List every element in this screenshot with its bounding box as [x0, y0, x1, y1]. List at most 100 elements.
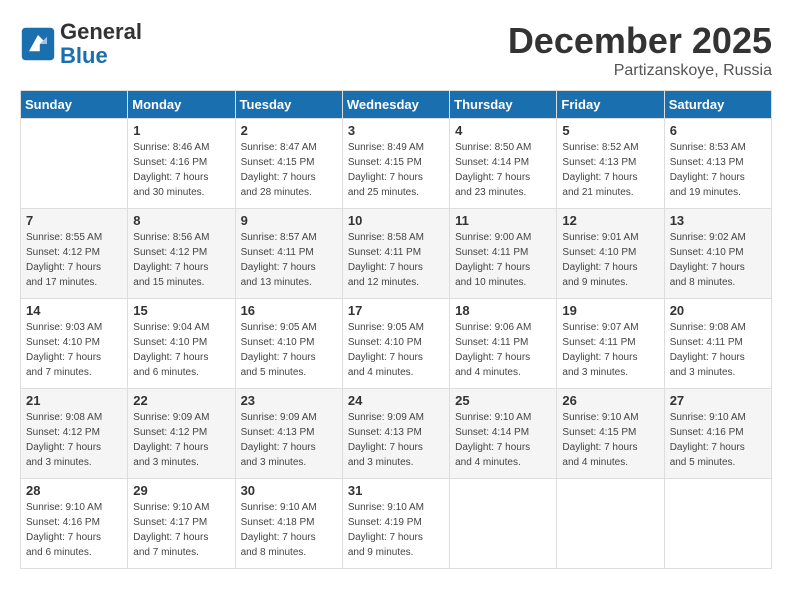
- day-info: Sunrise: 8:50 AMSunset: 4:14 PMDaylight:…: [455, 140, 551, 200]
- logo-line2: Blue: [60, 44, 142, 68]
- day-info: Sunrise: 9:06 AMSunset: 4:11 PMDaylight:…: [455, 320, 551, 380]
- day-of-week-header: Thursday: [450, 91, 557, 119]
- calendar-cell: 22 Sunrise: 9:09 AMSunset: 4:12 PMDayligh…: [128, 389, 235, 479]
- day-number: 29: [133, 483, 229, 498]
- day-info: Sunrise: 9:10 AMSunset: 4:17 PMDaylight:…: [133, 500, 229, 560]
- day-of-week-header: Wednesday: [342, 91, 449, 119]
- day-number: 16: [241, 303, 337, 318]
- day-info: Sunrise: 9:10 AMSunset: 4:19 PMDaylight:…: [348, 500, 444, 560]
- calendar-table: SundayMondayTuesdayWednesdayThursdayFrid…: [20, 90, 772, 569]
- calendar-cell: 21Sunrise: 9:08 AMSunset: 4:12 PMDayligh…: [21, 389, 128, 479]
- day-info: Sunrise: 9:05 AMSunset: 4:10 PMDaylight:…: [241, 320, 337, 380]
- day-number: 5: [562, 123, 658, 138]
- day-number: 24: [348, 393, 444, 408]
- calendar-week-row: 21Sunrise: 9:08 AMSunset: 4:12 PMDayligh…: [21, 389, 772, 479]
- day-info: Sunrise: 9:02 AMSunset: 4:10 PMDaylight:…: [670, 230, 766, 290]
- day-info: Sunrise: 9:10 AMSunset: 4:15 PMDaylight:…: [562, 410, 658, 470]
- day-number: 14: [26, 303, 122, 318]
- calendar-cell: 25Sunrise: 9:10 AMSunset: 4:14 PMDayligh…: [450, 389, 557, 479]
- day-number: 19: [562, 303, 658, 318]
- calendar-cell: [664, 479, 771, 569]
- day-info: Sunrise: 8:49 AMSunset: 4:15 PMDaylight:…: [348, 140, 444, 200]
- calendar-cell: 9 Sunrise: 8:57 AMSunset: 4:11 PMDaylight…: [235, 209, 342, 299]
- calendar-cell: 10 Sunrise: 8:58 AMSunset: 4:11 PMDayligh…: [342, 209, 449, 299]
- calendar-cell: [450, 479, 557, 569]
- logo-line1: General: [60, 20, 142, 44]
- calendar-cell: 3 Sunrise: 8:49 AMSunset: 4:15 PMDaylight…: [342, 119, 449, 209]
- month-title: December 2025: [508, 20, 772, 62]
- day-number: 8: [133, 213, 229, 228]
- day-number: 27: [670, 393, 766, 408]
- day-info: Sunrise: 9:08 AMSunset: 4:12 PMDaylight:…: [26, 410, 122, 470]
- day-info: Sunrise: 8:57 AMSunset: 4:11 PMDaylight:…: [241, 230, 337, 290]
- day-number: 2: [241, 123, 337, 138]
- day-info: Sunrise: 9:10 AMSunset: 4:18 PMDaylight:…: [241, 500, 337, 560]
- day-info: Sunrise: 9:09 AMSunset: 4:13 PMDaylight:…: [348, 410, 444, 470]
- calendar-week-row: 1 Sunrise: 8:46 AMSunset: 4:16 PMDaylight…: [21, 119, 772, 209]
- day-info: Sunrise: 8:46 AMSunset: 4:16 PMDaylight:…: [133, 140, 229, 200]
- day-of-week-header: Tuesday: [235, 91, 342, 119]
- day-number: 11: [455, 213, 551, 228]
- calendar-cell: 1 Sunrise: 8:46 AMSunset: 4:16 PMDaylight…: [128, 119, 235, 209]
- calendar-cell: 15 Sunrise: 9:04 AMSunset: 4:10 PMDayligh…: [128, 299, 235, 389]
- page-header: General Blue December 2025 Partizanskoye…: [20, 20, 772, 80]
- day-info: Sunrise: 9:08 AMSunset: 4:11 PMDaylight:…: [670, 320, 766, 380]
- day-number: 31: [348, 483, 444, 498]
- day-info: Sunrise: 8:53 AMSunset: 4:13 PMDaylight:…: [670, 140, 766, 200]
- day-of-week-header: Friday: [557, 91, 664, 119]
- calendar-cell: 8 Sunrise: 8:56 AMSunset: 4:12 PMDaylight…: [128, 209, 235, 299]
- day-number: 22: [133, 393, 229, 408]
- day-number: 20: [670, 303, 766, 318]
- location: Partizanskoye, Russia: [508, 62, 772, 80]
- day-number: 12: [562, 213, 658, 228]
- title-block: December 2025 Partizanskoye, Russia: [508, 20, 772, 80]
- day-info: Sunrise: 9:05 AMSunset: 4:10 PMDaylight:…: [348, 320, 444, 380]
- day-number: 9: [241, 213, 337, 228]
- logo: General Blue: [20, 20, 142, 68]
- day-number: 4: [455, 123, 551, 138]
- calendar-week-row: 14 Sunrise: 9:03 AMSunset: 4:10 PMDayligh…: [21, 299, 772, 389]
- calendar-cell: 23Sunrise: 9:09 AMSunset: 4:13 PMDayligh…: [235, 389, 342, 479]
- day-info: Sunrise: 9:03 AMSunset: 4:10 PMDaylight:…: [26, 320, 122, 380]
- calendar-cell: 13 Sunrise: 9:02 AMSunset: 4:10 PMDayligh…: [664, 209, 771, 299]
- day-number: 30: [241, 483, 337, 498]
- day-number: 3: [348, 123, 444, 138]
- day-info: Sunrise: 9:10 AMSunset: 4:16 PMDaylight:…: [26, 500, 122, 560]
- calendar-cell: 20 Sunrise: 9:08 AMSunset: 4:11 PMDayligh…: [664, 299, 771, 389]
- day-info: Sunrise: 9:04 AMSunset: 4:10 PMDaylight:…: [133, 320, 229, 380]
- calendar-cell: 17Sunrise: 9:05 AMSunset: 4:10 PMDayligh…: [342, 299, 449, 389]
- day-info: Sunrise: 9:07 AMSunset: 4:11 PMDaylight:…: [562, 320, 658, 380]
- calendar-cell: 14 Sunrise: 9:03 AMSunset: 4:10 PMDayligh…: [21, 299, 128, 389]
- calendar-cell: 11Sunrise: 9:00 AMSunset: 4:11 PMDayligh…: [450, 209, 557, 299]
- day-info: Sunrise: 8:56 AMSunset: 4:12 PMDaylight:…: [133, 230, 229, 290]
- logo-icon: [20, 26, 56, 62]
- day-number: 7: [26, 213, 122, 228]
- day-number: 23: [241, 393, 337, 408]
- calendar-cell: 16 Sunrise: 9:05 AMSunset: 4:10 PMDayligh…: [235, 299, 342, 389]
- day-of-week-header: Monday: [128, 91, 235, 119]
- day-info: Sunrise: 9:10 AMSunset: 4:14 PMDaylight:…: [455, 410, 551, 470]
- day-number: 10: [348, 213, 444, 228]
- calendar-cell: [557, 479, 664, 569]
- day-info: Sunrise: 9:01 AMSunset: 4:10 PMDaylight:…: [562, 230, 658, 290]
- calendar-cell: 24 Sunrise: 9:09 AMSunset: 4:13 PMDayligh…: [342, 389, 449, 479]
- day-number: 15: [133, 303, 229, 318]
- calendar-cell: 27Sunrise: 9:10 AMSunset: 4:16 PMDayligh…: [664, 389, 771, 479]
- calendar-cell: 19 Sunrise: 9:07 AMSunset: 4:11 PMDayligh…: [557, 299, 664, 389]
- calendar-cell: [21, 119, 128, 209]
- calendar-cell: 18 Sunrise: 9:06 AMSunset: 4:11 PMDayligh…: [450, 299, 557, 389]
- calendar-body: 1 Sunrise: 8:46 AMSunset: 4:16 PMDaylight…: [21, 119, 772, 569]
- calendar-cell: 30 Sunrise: 9:10 AMSunset: 4:18 PMDayligh…: [235, 479, 342, 569]
- day-info: Sunrise: 8:58 AMSunset: 4:11 PMDaylight:…: [348, 230, 444, 290]
- day-info: Sunrise: 8:55 AMSunset: 4:12 PMDaylight:…: [26, 230, 122, 290]
- day-of-week-header: Saturday: [664, 91, 771, 119]
- day-number: 28: [26, 483, 122, 498]
- calendar-week-row: 7 Sunrise: 8:55 AMSunset: 4:12 PMDaylight…: [21, 209, 772, 299]
- day-number: 26: [562, 393, 658, 408]
- calendar-cell: 2Sunrise: 8:47 AMSunset: 4:15 PMDaylight…: [235, 119, 342, 209]
- day-info: Sunrise: 9:09 AMSunset: 4:12 PMDaylight:…: [133, 410, 229, 470]
- day-number: 13: [670, 213, 766, 228]
- day-number: 18: [455, 303, 551, 318]
- calendar-header-row: SundayMondayTuesdayWednesdayThursdayFrid…: [21, 91, 772, 119]
- day-number: 1: [133, 123, 229, 138]
